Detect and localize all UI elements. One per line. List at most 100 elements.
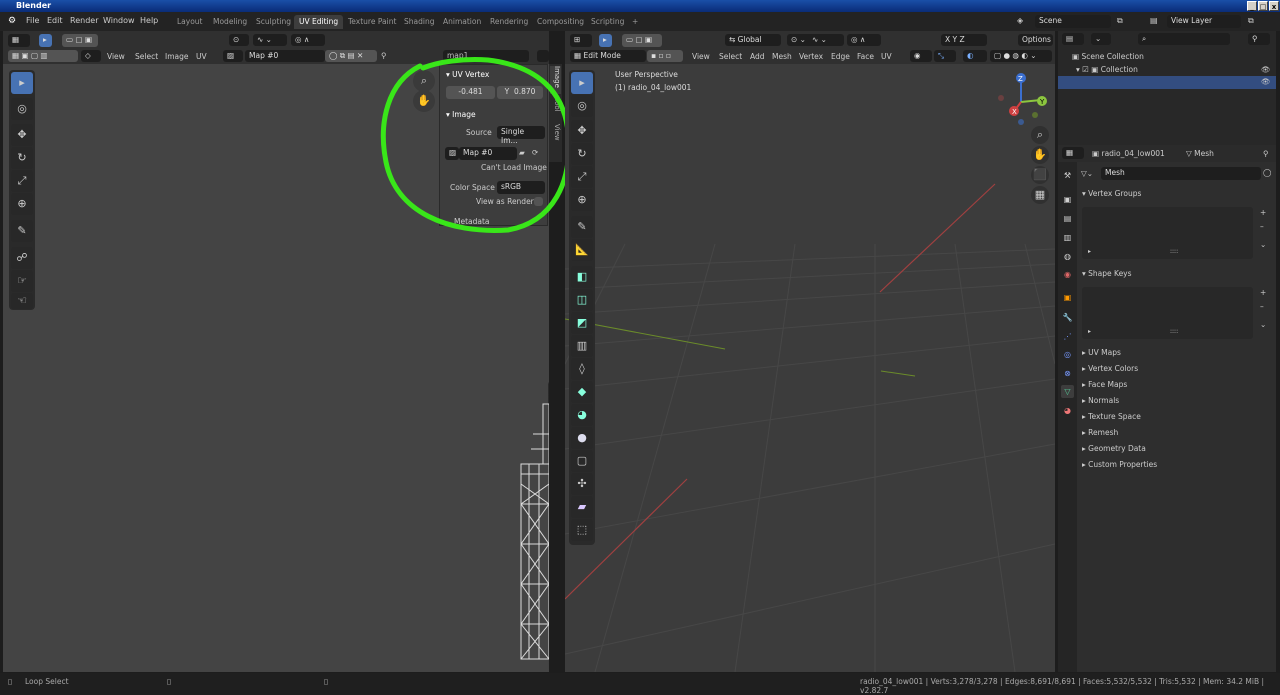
bevel-tool-icon[interactable]: ◩ <box>571 312 593 334</box>
mirror-axis-buttons[interactable]: X Y Z <box>941 34 987 46</box>
select-tool-icon[interactable]: ▸ <box>39 34 52 47</box>
outliner-editor-type-icon[interactable]: ▤ <box>1062 33 1084 45</box>
vertex-group-specials-icon[interactable]: ⌄ <box>1260 240 1266 249</box>
annotate-tool-icon[interactable]: ✎ <box>11 220 33 242</box>
spin-tool-icon[interactable]: ◕ <box>571 404 593 426</box>
snap-icon[interactable]: ∿ ⌄ <box>253 34 287 46</box>
viewport-menu-mesh[interactable]: Mesh <box>772 52 792 61</box>
viewport-menu-face[interactable]: Face <box>857 52 874 61</box>
editor-type-icon[interactable]: ▦ <box>8 34 30 47</box>
viewport-menu-vertex[interactable]: Vertex <box>799 52 823 61</box>
vertex-groups-header[interactable]: ▾ Vertex Groups <box>1082 189 1141 198</box>
shape-list-resize-handle[interactable]: :::: <box>1170 328 1178 335</box>
3d-viewport[interactable]: User Perspective (1) radio_04_low001 ▸ ◎… <box>565 64 1055 672</box>
remesh-header[interactable]: ▸ Remesh <box>1082 428 1118 437</box>
uv-menu-image[interactable]: Image <box>165 52 189 61</box>
menu-edit[interactable]: Edit <box>47 16 63 25</box>
loop-cut-tool-icon[interactable]: ▥ <box>571 335 593 357</box>
viewport-select-tool-icon[interactable]: ▸ <box>599 34 612 47</box>
object-props-icon[interactable]: ▣ <box>1061 291 1074 304</box>
viewport-menu-add[interactable]: Add <box>750 52 765 61</box>
geometry-data-header[interactable]: ▸ Geometry Data <box>1082 444 1146 453</box>
vertex-groups-list[interactable]: ▸:::: <box>1082 207 1253 259</box>
relax-tool-icon[interactable]: ☞ <box>11 270 33 292</box>
scene-selector[interactable]: Scene <box>1035 15 1111 28</box>
custom-properties-header[interactable]: ▸ Custom Properties <box>1082 460 1157 469</box>
menu-file[interactable]: File <box>26 16 39 25</box>
pivot-icon[interactable]: ⊙ <box>229 34 249 46</box>
mesh-data-props-icon[interactable]: ▽ <box>1061 385 1074 398</box>
scene-props-icon[interactable]: ◍ <box>1061 250 1074 263</box>
fake-user-icon[interactable]: ◯ <box>1263 168 1271 177</box>
shape-keys-list[interactable]: ▸:::: <box>1082 287 1253 339</box>
uv-menu-uv[interactable]: UV <box>196 52 207 61</box>
camera-view-icon[interactable]: ⬛ <box>1031 166 1049 184</box>
remove-vertex-group-button[interactable]: – <box>1260 222 1264 231</box>
vp-measure-tool-icon[interactable]: 📐 <box>571 239 593 261</box>
tab-shading[interactable]: Shading <box>399 15 439 29</box>
render-props-icon[interactable]: ▣ <box>1061 193 1074 206</box>
viewport-menu-uv[interactable]: UV <box>881 52 892 61</box>
visibility-icon[interactable]: ◉ <box>910 50 932 62</box>
options-dropdown[interactable]: Options <box>1018 34 1053 46</box>
maximize-button[interactable]: □ <box>1258 1 1268 11</box>
blender-logo-icon[interactable]: ⚙ <box>8 16 16 26</box>
transform-tool-icon[interactable]: ⊕ <box>11 193 33 215</box>
tab-texture-paint[interactable]: Texture Paint <box>343 15 401 29</box>
outliner-search-input[interactable]: ⌕ <box>1138 33 1230 45</box>
orientation-dropdown[interactable]: ⇆ Global <box>725 34 781 46</box>
uv-sync-icon[interactable]: ◇ <box>81 50 101 62</box>
poly-build-tool-icon[interactable]: ◆ <box>571 381 593 403</box>
vp-transform-tool-icon[interactable]: ⊕ <box>571 189 593 211</box>
filter-icon[interactable]: ⚲ <box>1248 33 1270 45</box>
menu-window[interactable]: Window <box>103 16 135 25</box>
image-name-field[interactable]: Map #0 <box>245 50 325 62</box>
tab-sculpting[interactable]: Sculpting <box>251 15 296 29</box>
physics-props-icon[interactable]: ◎ <box>1061 348 1074 361</box>
viewport-select-mode-icons[interactable]: ▭ ▢ ▣ <box>622 34 662 47</box>
new-view-layer-icon[interactable]: ⧉ <box>1248 16 1254 26</box>
vp-pan-icon[interactable]: ✋ <box>1031 146 1049 164</box>
shape-list-expand-icon[interactable]: ▸ <box>1088 328 1091 335</box>
smooth-tool-icon[interactable]: ● <box>571 427 593 449</box>
tool-props-icon[interactable]: ⚒ <box>1061 169 1074 182</box>
image-browse-icon[interactable]: ▨ <box>223 50 243 62</box>
particles-props-icon[interactable]: ⋰ <box>1061 330 1074 343</box>
tab-uv-editing[interactable]: UV Editing <box>294 15 344 29</box>
uv-menu-view[interactable]: View <box>107 52 125 61</box>
vp-cursor-tool-icon[interactable]: ◎ <box>571 95 593 117</box>
mesh-select-mode-icons[interactable]: ▪ ▫ ▫ <box>647 50 683 62</box>
rip-tool-icon[interactable]: ⬚ <box>571 519 593 541</box>
tab-scripting[interactable]: Scripting <box>586 15 629 29</box>
scene-collection-row[interactable]: ▣ Scene Collection <box>1072 52 1144 61</box>
new-scene-icon[interactable]: ⧉ <box>1117 16 1123 26</box>
display-mode-icon[interactable]: ⌄ <box>1091 33 1111 45</box>
shape-key-specials-icon[interactable]: ⌄ <box>1260 320 1266 329</box>
constraints-props-icon[interactable]: ⊗ <box>1061 367 1074 380</box>
extrude-tool-icon[interactable]: ◧ <box>571 266 593 288</box>
vp-move-tool-icon[interactable]: ✥ <box>571 120 593 142</box>
viewport-menu-view[interactable]: View <box>692 52 710 61</box>
collection-row[interactable]: ▾ ☑ ▣ Collection <box>1076 65 1138 74</box>
navigation-gizmo[interactable]: Z Y X <box>995 70 1047 128</box>
tab-rendering[interactable]: Rendering <box>485 15 533 29</box>
output-props-icon[interactable]: ▤ <box>1061 212 1074 225</box>
minimize-button[interactable]: _ <box>1247 1 1257 11</box>
inset-tool-icon[interactable]: ◫ <box>571 289 593 311</box>
tab-compositing[interactable]: Compositing <box>532 15 589 29</box>
cursor-tool-icon[interactable]: ◎ <box>11 98 33 120</box>
shading-mode-buttons[interactable]: ▢ ● ◍ ◐ ⌄ <box>990 50 1052 62</box>
uv-menu-select[interactable]: Select <box>135 52 158 61</box>
add-workspace-button[interactable]: + <box>627 15 643 29</box>
overlay-icon[interactable]: ◐ <box>963 50 987 62</box>
material-props-icon[interactable]: ◕ <box>1061 404 1074 417</box>
uv-maps-header[interactable]: ▸ UV Maps <box>1082 348 1121 357</box>
remove-shape-key-button[interactable]: – <box>1260 302 1264 311</box>
list-resize-handle[interactable]: :::: <box>1170 248 1178 255</box>
close-button[interactable]: x <box>1269 1 1279 11</box>
vp-scale-tool-icon[interactable]: ⤢ <box>571 166 593 188</box>
selected-object-row[interactable] <box>1058 76 1276 89</box>
add-shape-key-button[interactable]: + <box>1260 288 1266 297</box>
modifier-props-icon[interactable]: 🔧 <box>1061 311 1074 324</box>
world-props-icon[interactable]: ◉ <box>1061 268 1074 281</box>
